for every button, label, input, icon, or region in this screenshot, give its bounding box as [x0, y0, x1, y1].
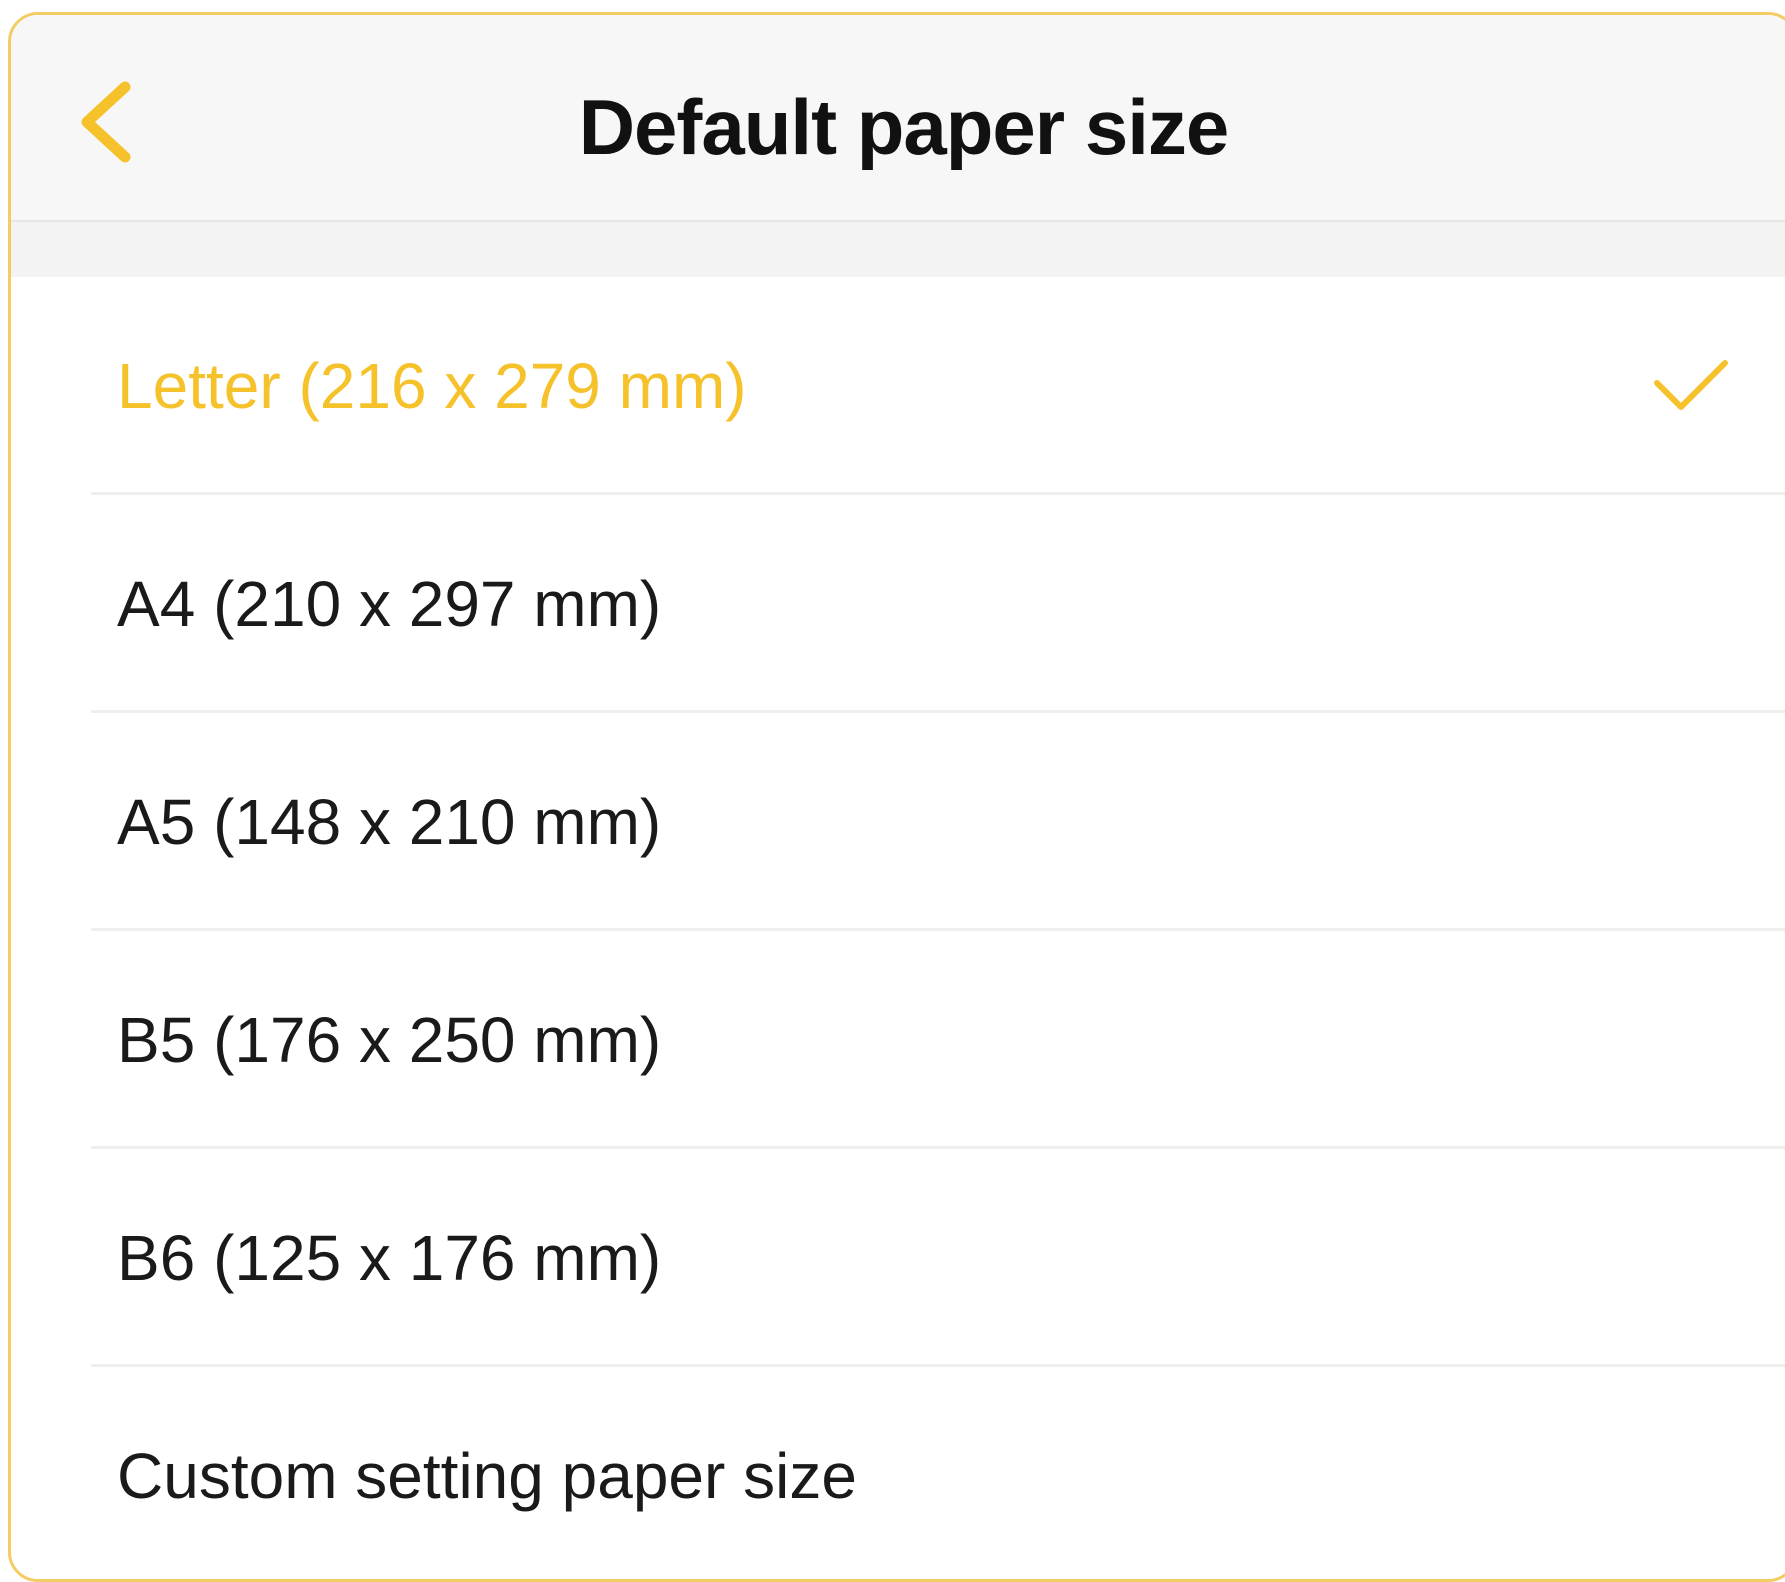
list-item-custom[interactable]: Custom setting paper size — [11, 1367, 1785, 1579]
list-item-a4[interactable]: A4 (210 x 297 mm) — [11, 495, 1785, 713]
list-item-b5[interactable]: B5 (176 x 250 mm) — [11, 931, 1785, 1149]
list-item-label: Letter (216 x 279 mm) — [117, 350, 747, 422]
check-icon — [1651, 355, 1731, 415]
list-item-label: A4 (210 x 297 mm) — [117, 568, 662, 640]
list-item-label: B5 (176 x 250 mm) — [117, 1004, 662, 1076]
list-item-b6[interactable]: B6 (125 x 176 mm) — [11, 1149, 1785, 1367]
list-item-label: B6 (125 x 176 mm) — [117, 1222, 662, 1294]
header-bar: Default paper size — [11, 15, 1785, 222]
list-item-a5[interactable]: A5 (148 x 210 mm) — [11, 713, 1785, 931]
app-window: Default paper size Letter (216 x 279 mm)… — [8, 12, 1785, 1582]
header-separator — [11, 222, 1785, 277]
list-item-letter[interactable]: Letter (216 x 279 mm) — [11, 277, 1785, 495]
paper-size-list: Letter (216 x 279 mm) A4 (210 x 297 mm) … — [11, 277, 1785, 1579]
list-item-label: A5 (148 x 210 mm) — [117, 786, 662, 858]
list-item-label: Custom setting paper size — [117, 1440, 857, 1512]
page-title: Default paper size — [578, 83, 1230, 171]
